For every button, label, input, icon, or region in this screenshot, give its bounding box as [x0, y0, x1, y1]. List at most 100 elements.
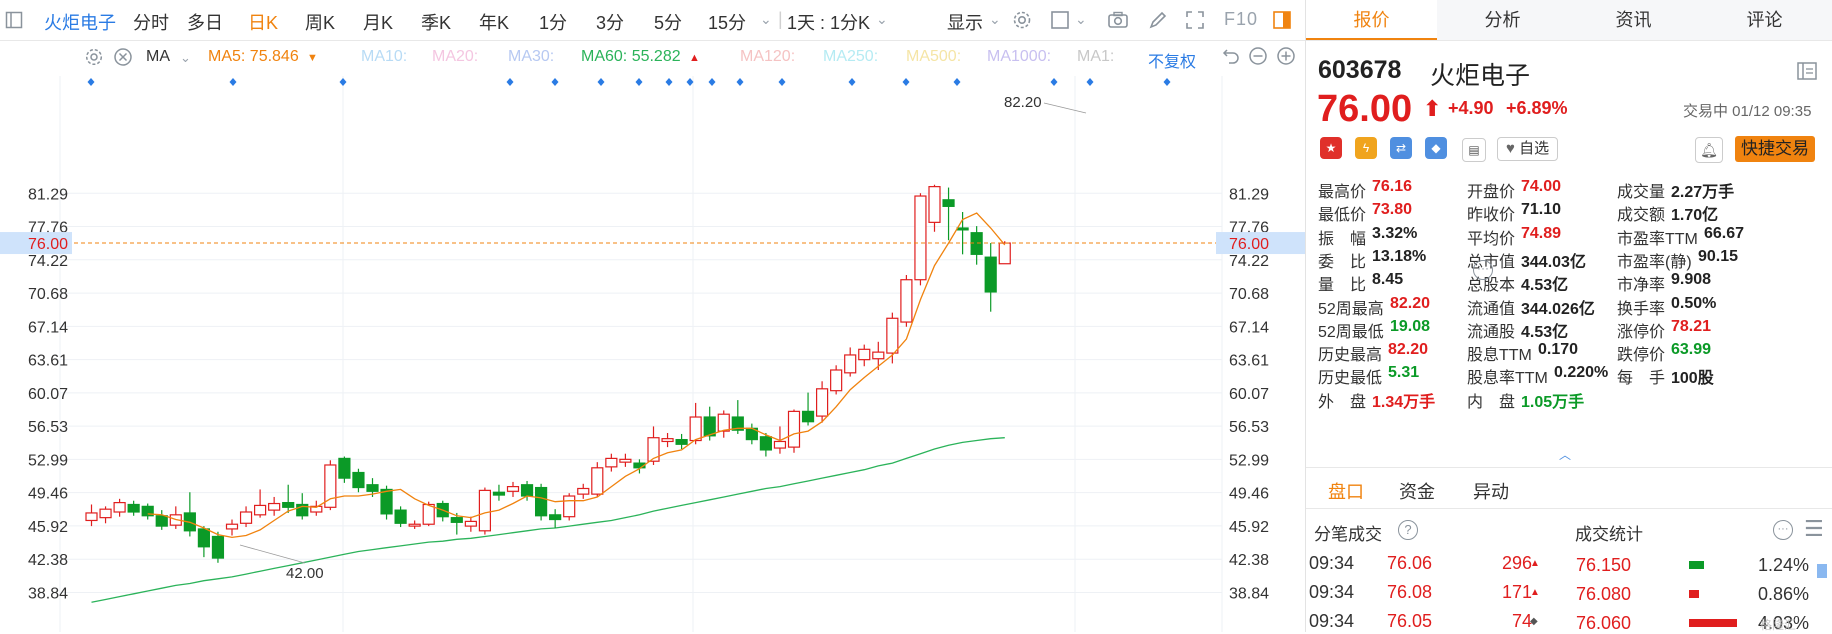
range-select[interactable]: 1天 : 1分K: [787, 9, 870, 35]
quote-field-label: 股息率TTM: [1467, 370, 1548, 388]
quote-field-label: 市盈率TTM: [1617, 230, 1698, 248]
layout-square-icon[interactable]: [1048, 8, 1072, 32]
display-chevron-icon[interactable]: ⌄: [989, 11, 1001, 28]
stats-bar: [1689, 561, 1704, 569]
candle-body: [872, 351, 885, 360]
ma-chevron-icon[interactable]: ⌄: [180, 50, 191, 66]
candle-body: [605, 457, 618, 468]
period-daily[interactable]: 日K: [248, 9, 278, 35]
note-icon[interactable]: ▤: [1462, 138, 1486, 162]
period-weekly[interactable]: 周K: [305, 9, 335, 35]
ma60-line: [91, 437, 1005, 603]
help-question-icon[interactable]: ?: [1398, 520, 1418, 540]
period-quarterly[interactable]: 季K: [421, 9, 451, 35]
draw-pen-icon[interactable]: [1146, 8, 1170, 32]
more-info-icon[interactable]: ···: [1473, 260, 1493, 280]
period-fenshi[interactable]: 分时: [133, 9, 169, 35]
camera-icon[interactable]: [1106, 8, 1130, 32]
indicator-settings-gear-icon[interactable]: [84, 47, 104, 72]
quote-field-value: 344.026亿: [1521, 300, 1595, 318]
adjust-toggle[interactable]: 不复权: [1148, 48, 1196, 72]
quote-field-label: 换手率: [1617, 300, 1666, 318]
stock-name-tab[interactable]: 火炬电子: [44, 9, 116, 35]
candle-body: [661, 438, 674, 443]
tab-analysis[interactable]: 分析: [1437, 0, 1568, 40]
event-marker-icon: [339, 78, 347, 86]
fullscreen-icon[interactable]: [1183, 8, 1207, 32]
list-menu-icon[interactable]: ☰: [1804, 516, 1824, 542]
china-flag-icon[interactable]: ★: [1320, 137, 1342, 159]
collapse-chevron-icon[interactable]: ︿: [1559, 446, 1571, 463]
event-marker-icon: [1050, 78, 1058, 86]
range-chevron-icon[interactable]: ⌄: [876, 11, 888, 28]
sidebar-toggle-icon[interactable]: [2, 8, 26, 32]
period-monthly[interactable]: 月K: [363, 9, 393, 35]
ma5-value: MA5: 75.846: [208, 48, 299, 65]
high-annotation-pointer: [1043, 102, 1087, 114]
period-yearly[interactable]: 年K: [479, 9, 509, 35]
candle-body: [127, 503, 140, 513]
display-menu[interactable]: 显示: [947, 9, 983, 35]
quote-field-value: 0.220%: [1554, 364, 1609, 382]
ma-selector[interactable]: MA: [146, 48, 170, 66]
shuffle-icon[interactable]: ⇄: [1390, 137, 1412, 159]
candle-body: [675, 438, 688, 445]
period-more-chevron-icon[interactable]: ⌄: [760, 11, 772, 28]
indicator-close-icon[interactable]: [113, 47, 133, 72]
quote-field-value: 63.99: [1671, 341, 1712, 359]
panel-toggle-icon[interactable]: [1270, 8, 1294, 32]
tick-volume: 171: [1501, 582, 1532, 602]
tag-icon[interactable]: ◆: [1425, 137, 1447, 159]
price-tick-left: 45.92: [28, 519, 68, 536]
ma1000-value: MA1000:: [987, 48, 1052, 65]
event-marker-icon: [229, 78, 237, 86]
stats-more-icon[interactable]: ···: [1773, 520, 1793, 540]
subtab-funds[interactable]: 资金: [1399, 478, 1435, 504]
ma1-value: MA1:: [1077, 48, 1115, 65]
price-change: +4.90: [1448, 98, 1494, 118]
event-marker-icon: [665, 78, 673, 86]
candle-body: [478, 489, 491, 532]
subtab-alerts[interactable]: 异动: [1473, 478, 1509, 504]
candle-body: [549, 514, 562, 521]
tick-price: 76.05: [1387, 611, 1433, 631]
event-marker-icon: [597, 78, 605, 86]
candle-body: [534, 486, 548, 517]
candlestick-chart[interactable]: 81.29 81.2977.76 77.7674.22 74.2270.68 70.68…: [0, 76, 1305, 632]
tab-news[interactable]: 资讯: [1568, 0, 1699, 40]
price-tick-left: 56.53: [28, 419, 68, 436]
scrollbar-thumb[interactable]: [1817, 564, 1827, 578]
quote-field-value: 78.21: [1671, 317, 1712, 335]
period-15min[interactable]: 15分: [708, 9, 746, 35]
period-duori[interactable]: 多日: [187, 9, 223, 35]
add-watchlist-button[interactable]: ♥ 自选: [1497, 137, 1559, 161]
period-3min[interactable]: 3分: [596, 9, 624, 35]
layout-chevron-icon[interactable]: ⌄: [1075, 11, 1087, 28]
quote-field-label: 流通股: [1467, 323, 1516, 341]
quote-field-label: 外 盘: [1318, 393, 1367, 411]
price-tick-left: 60.07: [28, 386, 68, 403]
detail-panel-icon[interactable]: [1796, 60, 1818, 87]
candle-body: [647, 437, 660, 462]
period-5min[interactable]: 5分: [654, 9, 682, 35]
zoom-in-icon[interactable]: [1276, 46, 1296, 71]
lightning-icon[interactable]: ϟ: [1355, 137, 1377, 159]
quick-trade-button[interactable]: 快捷交易: [1735, 136, 1815, 162]
period-1min[interactable]: 1分: [539, 9, 567, 35]
candle-body: [352, 471, 365, 489]
candle-body: [577, 487, 590, 495]
event-marker-icon: [551, 78, 559, 86]
zoom-out-icon[interactable]: [1248, 46, 1268, 71]
settings-gear-icon[interactable]: [1010, 8, 1034, 32]
tab-quote[interactable]: 报价: [1306, 0, 1437, 40]
quote-tabs: 报价 分析 资讯 评论: [1306, 0, 1832, 41]
candle-body: [689, 416, 702, 442]
subtab-orderbook[interactable]: 盘口: [1328, 478, 1364, 504]
alert-bell-icon[interactable]: 🔔︎: [1695, 137, 1723, 163]
f10-button[interactable]: F10: [1224, 9, 1258, 30]
undo-icon[interactable]: [1221, 46, 1241, 71]
candle-body: [254, 504, 267, 516]
candle-body: [155, 515, 168, 527]
candle-body: [282, 501, 295, 508]
tab-comments[interactable]: 评论: [1699, 0, 1830, 40]
